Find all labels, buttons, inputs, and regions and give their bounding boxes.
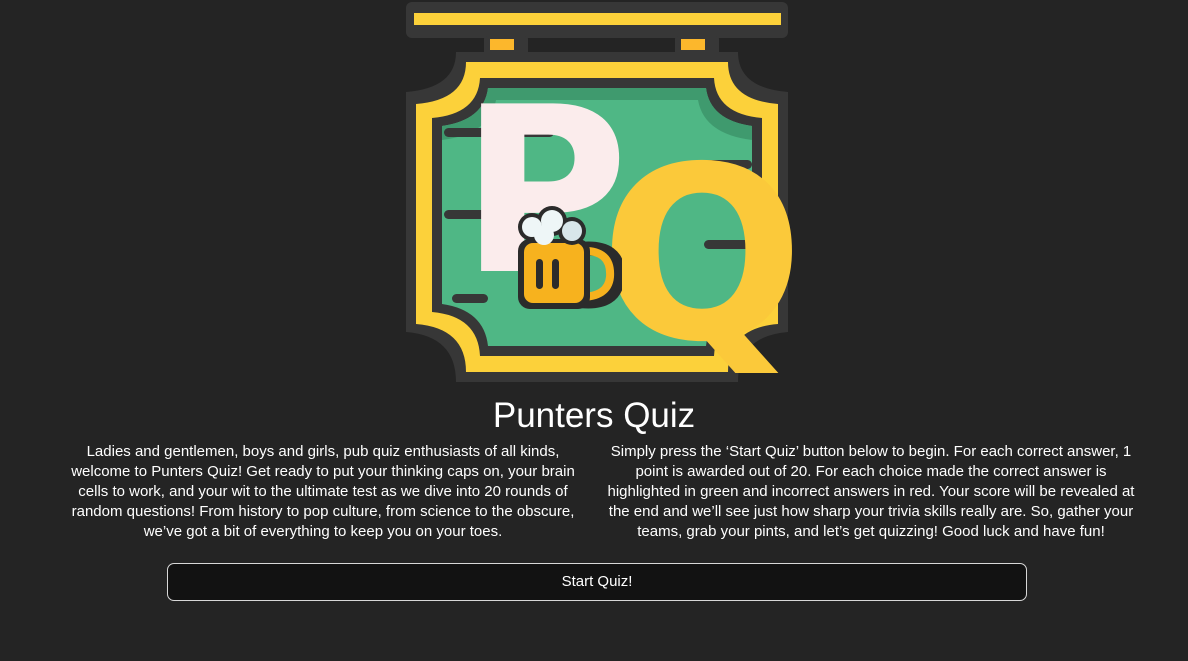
welcome-text: Ladies and gentlemen, boys and girls, pu… [71, 443, 575, 540]
page-title: Punters Quiz [492, 396, 696, 435]
beer-mug-icon [510, 205, 626, 313]
start-quiz-button[interactable]: Start Quiz! [167, 563, 1027, 601]
logo-letter-q: Q [600, 115, 805, 395]
quiz-start-page: P Q Punters Quiz Ladies and gentlemen, b… [0, 0, 1188, 661]
instructions-text: Simply press the ‘Start Quiz’ button bel… [607, 443, 1135, 540]
